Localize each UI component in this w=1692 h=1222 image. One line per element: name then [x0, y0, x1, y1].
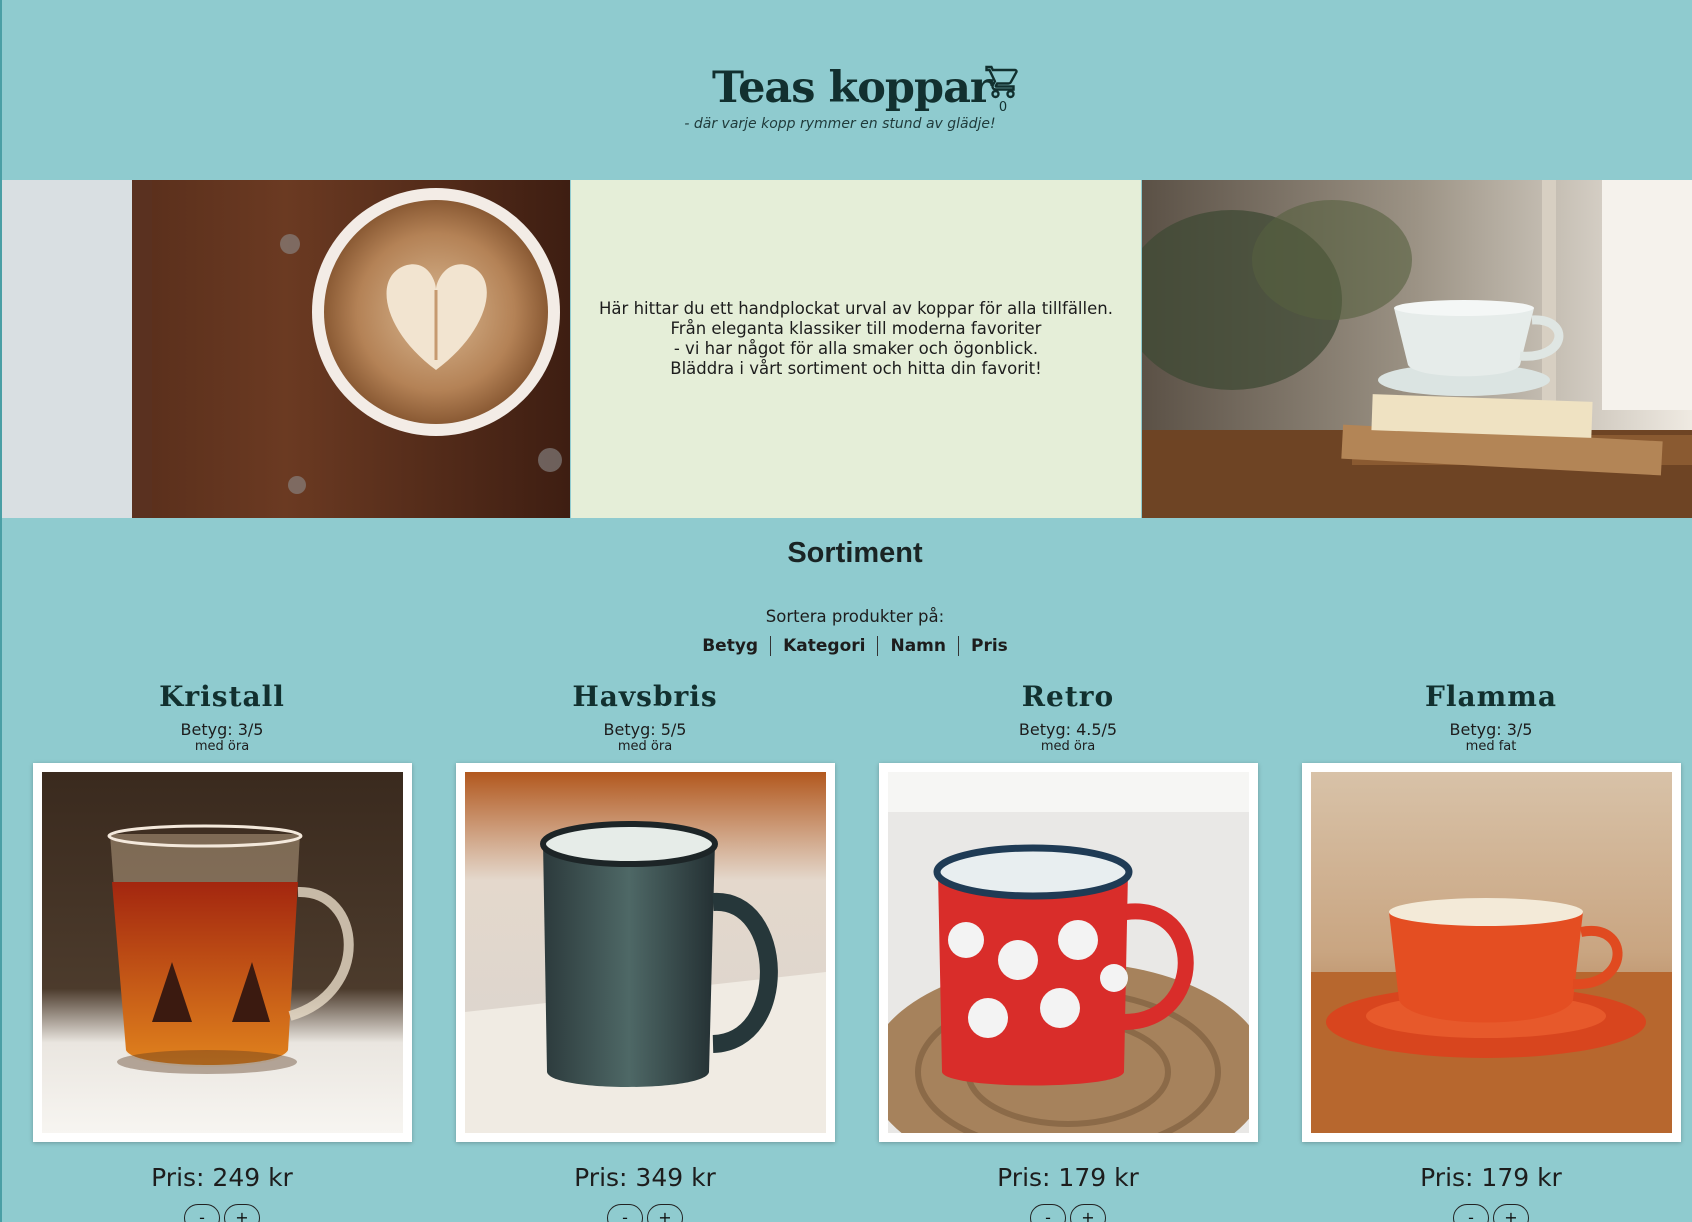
brand[interactable]: Teas koppar [712, 58, 993, 118]
product-card: Flamma Betyg: 3/5 med fat Pris: 179 kr -… [1301, 680, 1681, 1222]
hero: Här hittar du ett handplockat urval av k… [2, 180, 1692, 518]
cart-count: 0 [998, 100, 1008, 115]
decrease-quantity-button[interactable]: - [1453, 1204, 1489, 1222]
section-title: Sortiment [787, 537, 923, 569]
sort-label: Sortera produkter på: [765, 607, 945, 626]
hero-image-cup-on-books [1142, 180, 1692, 518]
product-card: Kristall Betyg: 3/5 med öra Pris: 249 kr… [32, 680, 412, 1222]
product-rating: Betyg: 3/5 [180, 720, 264, 739]
cart-button[interactable]: 0 [985, 64, 1021, 116]
quantity-controls: - + [1301, 1204, 1681, 1222]
decrease-quantity-button[interactable]: - [607, 1204, 643, 1222]
product-name: Flamma [1424, 680, 1558, 713]
product-price: Pris: 179 kr [997, 1163, 1139, 1192]
tagline: - där varje kopp rymmer en stund av gläd… [684, 116, 996, 132]
product-image[interactable] [879, 763, 1258, 1142]
increase-quantity-button[interactable]: + [1070, 1204, 1106, 1222]
product-name: Kristall [159, 680, 285, 713]
product-rating: Betyg: 3/5 [1449, 720, 1533, 739]
decrease-quantity-button[interactable]: - [184, 1204, 220, 1222]
product-image[interactable] [1302, 763, 1681, 1142]
product-rating: Betyg: 5/5 [603, 720, 687, 739]
sort-by-price[interactable]: Pris [959, 636, 1020, 656]
quantity-controls: - + [455, 1204, 835, 1222]
hero-line-4: Bläddra i vårt sortiment och hitta din f… [670, 359, 1042, 378]
hero-image-latte [2, 180, 570, 518]
product-image[interactable] [33, 763, 412, 1142]
sort-by-category[interactable]: Kategori [771, 636, 877, 656]
hero-line-1: Här hittar du ett handplockat urval av k… [599, 299, 1113, 318]
increase-quantity-button[interactable]: + [224, 1204, 260, 1222]
hero-text-panel: Här hittar du ett handplockat urval av k… [571, 180, 1141, 518]
product-grid: Kristall Betyg: 3/5 med öra Pris: 249 kr… [0, 680, 1692, 1222]
product-card: Havsbris Betyg: 5/5 med öra Pris: 349 kr… [455, 680, 835, 1222]
quantity-controls: - + [32, 1204, 412, 1222]
product-card: Retro Betyg: 4.5/5 med öra Pris: 179 kr … [878, 680, 1258, 1222]
product-image[interactable] [456, 763, 835, 1142]
product-price: Pris: 349 kr [574, 1163, 716, 1192]
sort-by-name[interactable]: Namn [878, 636, 958, 656]
product-name: Retro [1021, 680, 1115, 713]
sort-by-rating[interactable]: Betyg [690, 636, 770, 656]
product-price: Pris: 179 kr [1420, 1163, 1562, 1192]
increase-quantity-button[interactable]: + [647, 1204, 683, 1222]
sort-options: Betyg Kategori Namn Pris [0, 636, 1692, 656]
product-variant: med öra [1040, 739, 1096, 754]
product-variant: med öra [617, 739, 673, 754]
shopping-cart-icon [985, 65, 1018, 99]
quantity-controls: - + [878, 1204, 1258, 1222]
product-name: Havsbris [572, 680, 718, 713]
product-price: Pris: 249 kr [151, 1163, 293, 1192]
site-title[interactable]: Teas koppar [712, 58, 993, 118]
hero-text: Här hittar du ett handplockat urval av k… [599, 299, 1113, 379]
hero-line-3: - vi har något för alla smaker och ögonb… [673, 339, 1039, 358]
decrease-quantity-button[interactable]: - [1030, 1204, 1066, 1222]
product-rating: Betyg: 4.5/5 [1018, 720, 1118, 739]
site-header: Teas koppar 0 - där varje kopp rymmer en… [0, 0, 1692, 180]
product-variant: med öra [194, 739, 250, 754]
product-variant: med fat [1465, 739, 1517, 754]
hero-line-2: Från eleganta klassiker till moderna fav… [670, 319, 1042, 338]
increase-quantity-button[interactable]: + [1493, 1204, 1529, 1222]
